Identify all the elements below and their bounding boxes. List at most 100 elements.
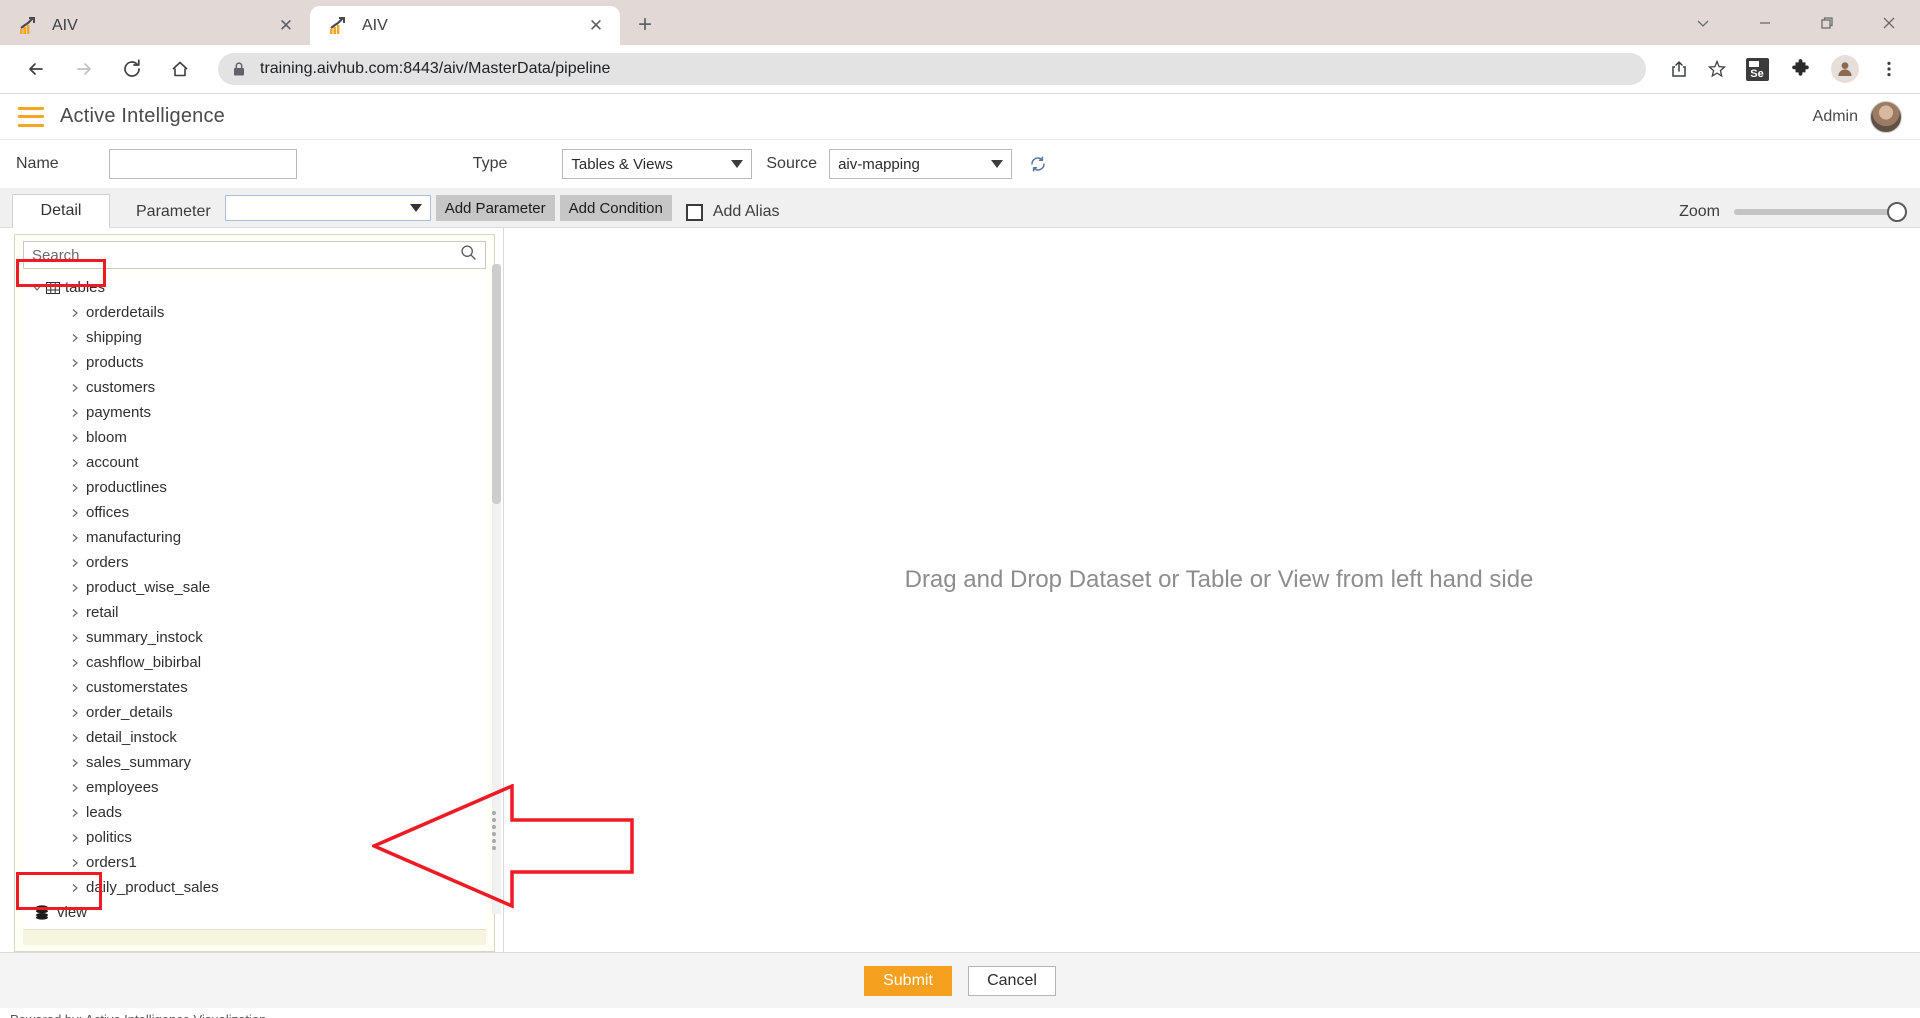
bookmark-star-icon[interactable] <box>1702 54 1732 84</box>
browser-tab-1[interactable]: AIV ✕ <box>0 6 310 45</box>
chevron-right-icon[interactable] <box>67 432 82 444</box>
reload-icon[interactable] <box>114 51 150 87</box>
chevron-right-icon[interactable] <box>67 557 82 569</box>
tree-node-tables[interactable]: tables <box>23 275 486 300</box>
tree-node-account[interactable]: account <box>23 450 486 475</box>
database-stack-icon <box>35 905 49 920</box>
canvas-drop-area[interactable]: Drag and Drop Dataset or Table or View f… <box>504 228 1920 952</box>
drop-message: Drag and Drop Dataset or Table or View f… <box>904 566 1534 593</box>
browser-tab-2[interactable]: AIV ✕ <box>310 6 620 45</box>
tree-node-customers[interactable]: customers <box>23 375 486 400</box>
chevron-right-icon[interactable] <box>67 657 82 669</box>
source-select[interactable]: aiv-mapping <box>829 149 1013 179</box>
chevron-right-icon[interactable] <box>67 632 82 644</box>
window-controls <box>1672 0 1920 45</box>
parameter-select[interactable] <box>224 195 431 221</box>
chevron-down-icon[interactable] <box>1672 0 1734 45</box>
minimize-icon[interactable] <box>1734 0 1796 45</box>
chevron-right-icon[interactable] <box>67 382 82 394</box>
chevron-right-icon[interactable] <box>67 882 82 894</box>
chevron-down-icon[interactable] <box>29 282 44 294</box>
tree-node-label: productlines <box>86 479 167 496</box>
tree-node-label: payments <box>86 404 152 421</box>
home-icon[interactable] <box>162 51 198 87</box>
chevron-right-icon[interactable] <box>67 857 82 869</box>
tree-node-customerstates[interactable]: customerstates <box>23 675 486 700</box>
tree-node-product_wise_sale[interactable]: product_wise_sale <box>23 575 486 600</box>
tab-detail[interactable]: Detail <box>12 194 110 228</box>
tree-node-productlines[interactable]: productlines <box>23 475 486 500</box>
tree-node-label: leads <box>86 804 122 821</box>
back-icon[interactable] <box>18 51 54 87</box>
refresh-icon[interactable] <box>1028 154 1048 174</box>
name-input[interactable] <box>108 149 297 179</box>
chevron-down-icon <box>991 160 1004 168</box>
chevron-right-icon[interactable] <box>67 307 82 319</box>
zoom-slider[interactable] <box>1734 202 1907 222</box>
cancel-button[interactable]: Cancel <box>968 965 1056 996</box>
chevron-right-icon[interactable] <box>67 332 82 344</box>
browser-tab-2-close-icon[interactable]: ✕ <box>584 14 608 38</box>
powered-by-label: Powered by: Active Intelligence Visualiz… <box>0 1008 1920 1018</box>
tree-node-payments[interactable]: payments <box>23 400 486 425</box>
add-condition-button[interactable]: Add Condition <box>559 195 672 221</box>
chevron-right-icon[interactable] <box>67 507 82 519</box>
avatar[interactable] <box>1870 100 1902 133</box>
tree-node-retail[interactable]: retail <box>23 600 486 625</box>
tree-node-label: bloom <box>86 429 127 446</box>
new-tab-button[interactable]: + <box>628 8 662 42</box>
restore-icon[interactable] <box>1796 0 1858 45</box>
profile-avatar-icon[interactable] <box>1826 50 1864 88</box>
tree-node-orders[interactable]: orders <box>23 550 486 575</box>
tree-node-label: orders <box>86 554 129 571</box>
add-alias-checkbox[interactable] <box>685 203 703 221</box>
type-select-value: Tables & Views <box>571 155 673 173</box>
zoom-slider-handle[interactable] <box>1887 202 1907 222</box>
tree-node-label: tables <box>65 279 106 296</box>
search-input[interactable] <box>32 246 460 264</box>
chevron-right-icon[interactable] <box>67 682 82 694</box>
chevron-right-icon[interactable] <box>67 407 82 419</box>
tree-node-order_details[interactable]: order_details <box>23 700 486 725</box>
chevron-right-icon[interactable] <box>67 732 82 744</box>
chevron-right-icon[interactable] <box>67 357 82 369</box>
tree-node-detail_instock[interactable]: detail_instock <box>23 725 486 750</box>
type-select[interactable]: Tables & Views <box>562 149 753 179</box>
extensions-puzzle-icon[interactable] <box>1782 50 1820 88</box>
chevron-down-icon <box>731 160 744 168</box>
chevron-right-icon[interactable] <box>67 757 82 769</box>
chevron-right-icon[interactable] <box>67 707 82 719</box>
chevron-right-icon[interactable] <box>67 482 82 494</box>
left-pointing-arrow <box>372 784 634 909</box>
tree-node-manufacturing[interactable]: manufacturing <box>23 525 486 550</box>
chevron-right-icon[interactable] <box>67 782 82 794</box>
tree-node-cashflow_bibirbal[interactable]: cashflow_bibirbal <box>23 650 486 675</box>
chrome-menu-icon[interactable] <box>1870 50 1908 88</box>
tree-node-products[interactable]: products <box>23 350 486 375</box>
chevron-right-icon[interactable] <box>67 582 82 594</box>
submit-button[interactable]: Submit <box>864 965 952 996</box>
chevron-right-icon[interactable] <box>67 532 82 544</box>
search-icon[interactable] <box>460 244 477 266</box>
address-bar[interactable]: training.aivhub.com:8443/aiv/MasterData/… <box>218 53 1646 85</box>
tree-node-sales_summary[interactable]: sales_summary <box>23 750 486 775</box>
tree-node-summary_instock[interactable]: summary_instock <box>23 625 486 650</box>
chevron-right-icon[interactable] <box>67 807 82 819</box>
chevron-right-icon[interactable] <box>67 607 82 619</box>
close-icon[interactable] <box>1858 0 1920 45</box>
tree-node-label: view <box>57 904 88 921</box>
search-box[interactable] <box>23 241 486 269</box>
browser-tab-1-close-icon[interactable]: ✕ <box>274 14 298 38</box>
tree-node-label: customerstates <box>86 679 188 696</box>
forward-icon[interactable] <box>66 51 102 87</box>
selenium-ide-icon[interactable]: Se <box>1738 50 1776 88</box>
tree-node-shipping[interactable]: shipping <box>23 325 486 350</box>
hamburger-menu-icon[interactable] <box>18 106 44 127</box>
share-icon[interactable] <box>1664 54 1694 84</box>
tree-node-offices[interactable]: offices <box>23 500 486 525</box>
tree-node-bloom[interactable]: bloom <box>23 425 486 450</box>
add-parameter-button[interactable]: Add Parameter <box>435 195 555 221</box>
tree-node-orderdetails[interactable]: orderdetails <box>23 300 486 325</box>
chevron-right-icon[interactable] <box>67 832 82 844</box>
chevron-right-icon[interactable] <box>67 457 82 469</box>
